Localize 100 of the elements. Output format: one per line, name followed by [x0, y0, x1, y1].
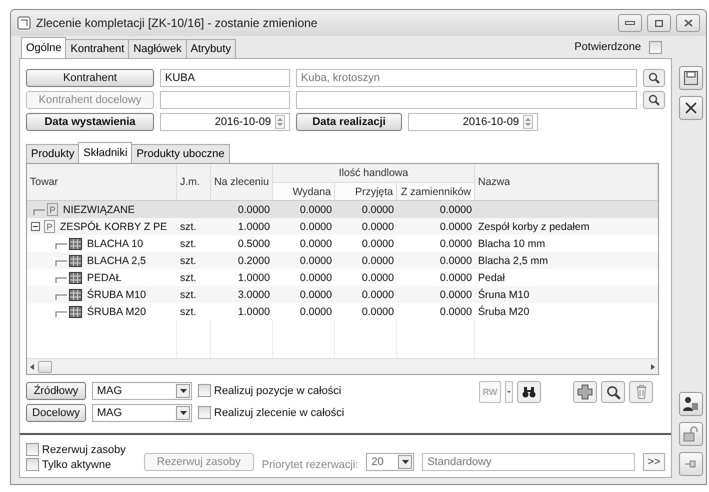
spinner-icon[interactable] — [523, 115, 533, 129]
column-header[interactable]: Przyjęta — [335, 182, 397, 200]
unit-cell: szt. — [180, 272, 196, 284]
product-name: Blacha 2,5 mm — [478, 254, 548, 266]
product-code: ŚRUBA M20 — [87, 306, 146, 318]
maximize-icon — [655, 20, 663, 26]
search-button[interactable] — [643, 91, 665, 109]
tab[interactable]: Produkty uboczne — [131, 144, 230, 163]
unit-cell: szt. — [180, 288, 196, 300]
grid-row[interactable]: P NIEZWIĄZANE 0.0000 0.0000 0.0000 0.0000 — [27, 201, 658, 218]
pin-button[interactable] — [679, 452, 703, 476]
scroll-right-icon[interactable] — [651, 364, 655, 370]
option-checkbox[interactable] — [26, 458, 39, 471]
quantity-cell: 0.0000 — [440, 272, 472, 284]
product-code: ŚRUBA M10 — [87, 288, 146, 300]
product-code: BLACHA 2,5 — [87, 254, 146, 266]
quantity-cell: 0.0000 — [300, 254, 332, 266]
collapse-toggle[interactable] — [31, 222, 40, 231]
contractor-name-field[interactable]: Kuba, krotoszyn — [296, 69, 637, 87]
trash-icon — [636, 385, 646, 399]
warehouse-button[interactable]: Źródłowy — [26, 382, 86, 400]
search-icon — [648, 72, 660, 84]
contractor-code-field[interactable]: KUBA — [160, 69, 290, 87]
column-header[interactable]: Z zamienników — [397, 182, 475, 200]
save-button[interactable] — [679, 66, 703, 90]
issue-date-field[interactable]: 2016-10-09 — [160, 113, 290, 131]
caret-icon — [507, 391, 511, 393]
quantity-cell: 0.0000 — [300, 204, 332, 216]
priority-select[interactable]: 20 — [366, 453, 414, 471]
horizontal-scrollbar[interactable] — [27, 358, 658, 374]
product-badge: P — [47, 203, 58, 216]
option-checkbox[interactable] — [198, 406, 211, 419]
quantity-cell: 0.0000 — [362, 254, 394, 266]
add-button[interactable] — [573, 381, 597, 403]
maximize-button[interactable] — [647, 14, 671, 32]
confirmed-checkbox[interactable] — [649, 40, 662, 54]
find-button[interactable] — [517, 381, 541, 403]
quantity-cell: 0.0000 — [440, 306, 472, 318]
minus-icon — [33, 224, 38, 229]
users-button[interactable] — [679, 392, 703, 416]
option-checkbox[interactable] — [26, 443, 39, 456]
grid-row[interactable]: ŚRUBA M10 szt. 3.0000 0.0000 0.0000 0.0000 Śruna M10 — [27, 286, 658, 303]
product-code: ZESPÓŁ KORBY Z PE — [60, 220, 168, 232]
unlock-button[interactable] — [679, 422, 703, 446]
quantity-cell: 0.0000 — [440, 220, 472, 232]
search-button[interactable] — [601, 381, 625, 403]
issue-date-button[interactable]: Data wystawienia — [26, 113, 154, 131]
spinner-icon[interactable] — [275, 115, 285, 129]
column-header[interactable]: Wydana — [273, 182, 335, 200]
tab[interactable]: Produkty — [26, 144, 80, 163]
cancel-button[interactable] — [679, 96, 703, 120]
grid-row[interactable]: P ZESPÓŁ KORBY Z PE szt. 1.0000 0.0000 0.0000 0.0000 Zespół korby z pedałem — [27, 218, 658, 235]
quantity-cell: 0.0000 — [362, 220, 394, 232]
save-icon — [684, 71, 698, 85]
search-button[interactable] — [643, 69, 665, 87]
due-date-field[interactable]: 2016-10-09 — [408, 113, 538, 131]
target-code-field[interactable] — [160, 91, 290, 109]
option-label: Realizuj zlecenie w całości — [214, 406, 344, 418]
option-label: Rezerwuj zasoby — [42, 444, 126, 456]
option-checkbox[interactable] — [198, 384, 211, 397]
product-code: PEDAŁ — [87, 272, 122, 284]
close-button[interactable] — [676, 14, 700, 32]
quantity-cell: 0.0000 — [440, 204, 472, 216]
search-icon — [606, 384, 620, 400]
more-button[interactable]: >> — [643, 453, 665, 471]
pin-icon — [685, 459, 697, 469]
column-header[interactable]: Nazwa — [475, 164, 658, 200]
tab[interactable]: Atrybuty — [186, 39, 236, 58]
quantity-cell: 0.2000 — [238, 254, 270, 266]
scroll-thumb[interactable] — [38, 360, 52, 372]
due-date-button[interactable]: Data realizacji — [296, 113, 402, 131]
grid-icon — [69, 288, 82, 300]
binoculars-icon — [522, 386, 536, 398]
tab[interactable]: Ogólne — [21, 37, 66, 58]
scroll-left-icon[interactable] — [30, 364, 34, 370]
product-name: Śruna M10 — [478, 288, 530, 300]
product-code: NIEZWIĄZANE — [63, 204, 135, 216]
search-icon — [648, 94, 660, 106]
warehouse-button[interactable]: Docelowy — [26, 404, 86, 422]
quantity-cell: 1.0000 — [238, 272, 270, 284]
unit-cell: szt. — [180, 254, 196, 266]
grid-row[interactable]: BLACHA 2,5 szt. 0.2000 0.0000 0.0000 0.0000 Blacha 2,5 mm — [27, 252, 658, 269]
minimize-button[interactable] — [618, 14, 642, 32]
quantity-cell: 0.0000 — [440, 288, 472, 300]
quantity-cell: 0.0000 — [362, 272, 394, 284]
close-icon — [685, 102, 697, 114]
caret-icon — [180, 410, 186, 414]
column-header[interactable]: Towar — [27, 164, 177, 200]
profile-field[interactable]: Standardowy — [422, 453, 635, 471]
target-name-field[interactable] — [296, 91, 637, 109]
close-icon — [684, 19, 692, 27]
warehouse-select[interactable]: MAG — [92, 382, 192, 400]
product-name: Zespół korby z pedałem — [478, 220, 590, 232]
quantity-cell: 0.0000 — [440, 254, 472, 266]
unit-cell: szt. — [180, 306, 196, 318]
column-header[interactable]: J.m. — [177, 164, 211, 200]
contractor-button[interactable]: Kontrahent — [26, 69, 154, 87]
warehouse-select[interactable]: MAG — [92, 404, 192, 422]
quantity-cell: 0.0000 — [300, 306, 332, 318]
users-icon — [683, 396, 699, 412]
